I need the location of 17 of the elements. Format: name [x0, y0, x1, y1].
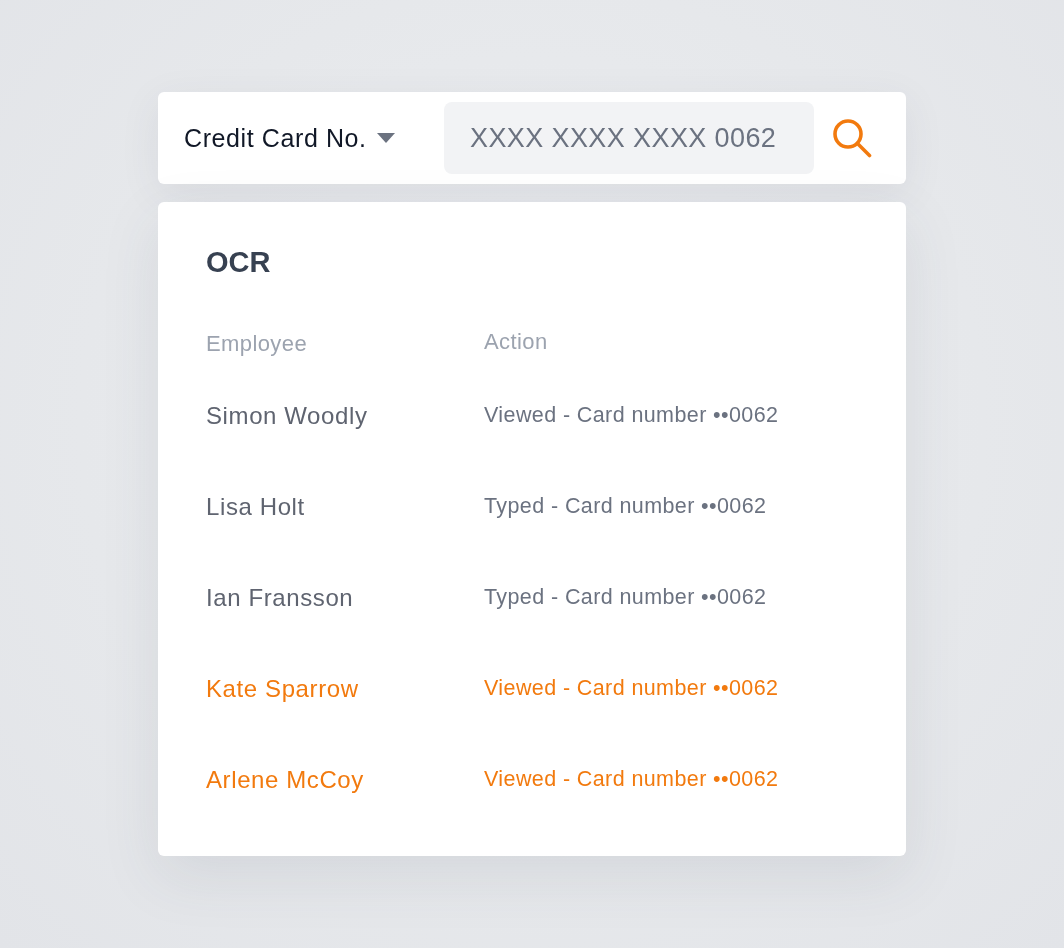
employee-cell: Lisa Holt — [206, 492, 305, 521]
employee-cell: Ian Fransson — [206, 583, 354, 612]
action-cell: Typed - Card number ••0062 — [484, 585, 767, 610]
employee-cell: Arlene McCoy — [206, 765, 364, 794]
column-header: Employee — [206, 331, 308, 357]
action-cell: Viewed - Card number ••0062 — [484, 676, 779, 701]
column-header: Action — [484, 329, 548, 355]
caret-icon — [376, 133, 395, 143]
action-cell: Typed - Card number ••0062 — [484, 494, 767, 519]
field-dropdown[interactable]: Credit Card No. — [184, 123, 395, 153]
action-cell: Viewed - Card number ••0062 — [484, 767, 779, 792]
search-field[interactable]: XXXX XXXX XXXX 0062 — [444, 102, 814, 174]
search-icon[interactable] — [832, 118, 872, 158]
card-title: OCR — [206, 245, 271, 280]
action-cell: Viewed - Card number ••0062 — [484, 403, 779, 428]
employee-cell: Simon Woodly — [206, 401, 368, 430]
employee-cell: Kate Sparrow — [206, 674, 359, 703]
